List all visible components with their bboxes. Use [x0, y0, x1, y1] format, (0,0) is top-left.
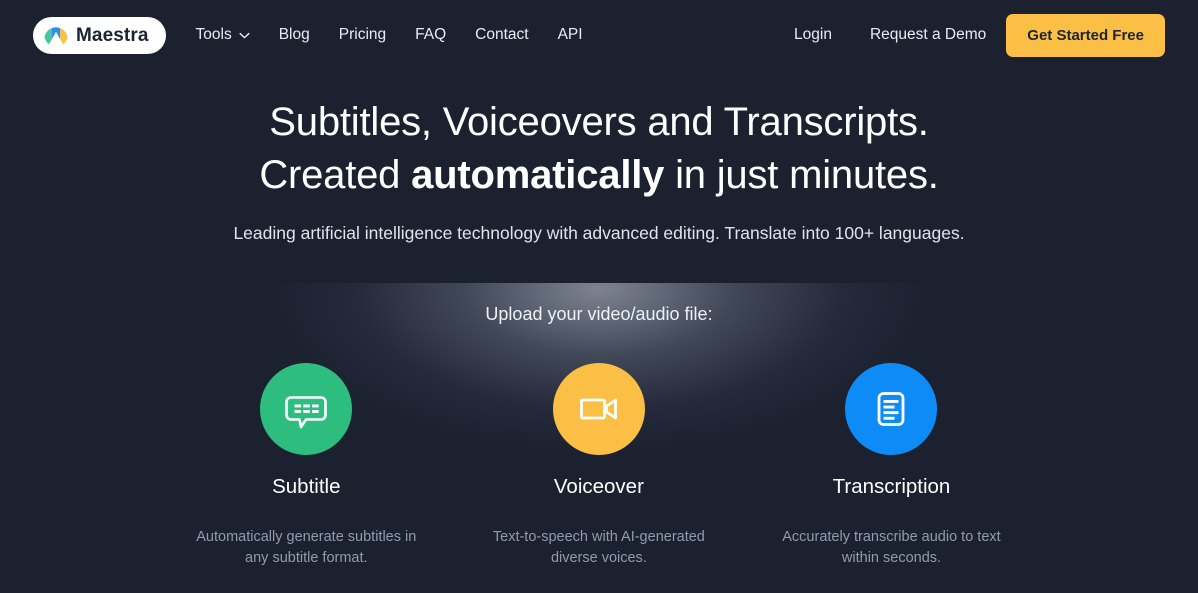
- top-navigation-bar: Maestra Tools Blog Pricing FAQ Contact A…: [0, 0, 1198, 70]
- headline-line-2-emphasis: automatically: [411, 153, 665, 197]
- login-link[interactable]: Login: [794, 27, 832, 43]
- upload-card-subtitle-description: Automatically generate subtitles in any …: [196, 528, 417, 566]
- video-camera-icon: [579, 398, 617, 420]
- nav-item-contact[interactable]: Contact: [475, 27, 528, 43]
- page-title: Subtitles, Voiceovers and Transcripts. C…: [0, 96, 1198, 202]
- voiceover-icon-circle[interactable]: [552, 363, 645, 455]
- nav-item-tools[interactable]: Tools: [196, 27, 250, 43]
- subtitle-icon-circle[interactable]: [260, 363, 353, 455]
- upload-panel-label: Upload your video/audio file:: [485, 304, 713, 324]
- transcription-icon-circle[interactable]: [845, 363, 938, 455]
- upload-card-transcription[interactable]: Transcription Accurately transcribe audi…: [745, 363, 1038, 569]
- speech-bubble-subtitle-icon: [285, 396, 328, 429]
- upload-card-subtitle-title: Subtitle: [272, 475, 341, 498]
- secondary-nav-actions: Login Request a Demo Get Started Free: [794, 13, 1165, 57]
- hero-section: Subtitles, Voiceovers and Transcripts. C…: [0, 96, 1198, 246]
- upload-card-transcription-title: Transcription: [832, 475, 951, 498]
- headline-line-2-pre: Created: [259, 153, 412, 197]
- nav-item-faq[interactable]: FAQ: [415, 27, 446, 43]
- upload-card-voiceover[interactable]: Voiceover Text-to-speech with AI-generat…: [453, 363, 746, 569]
- hero-subheadline: Leading artificial intelligence technolo…: [233, 223, 965, 243]
- get-started-free-button[interactable]: Get Started Free: [1006, 13, 1165, 57]
- document-lines-icon: [878, 392, 905, 426]
- chevron-down-icon: [239, 32, 250, 38]
- page-root: Maestra Tools Blog Pricing FAQ Contact A…: [0, 0, 1198, 593]
- upload-card-subtitle[interactable]: Subtitle Automatically generate subtitle…: [160, 363, 453, 569]
- upload-card-voiceover-description: Text-to-speech with AI-generated diverse…: [492, 528, 705, 566]
- headline-line-2-post: in just minutes.: [664, 153, 939, 197]
- nav-item-blog[interactable]: Blog: [279, 27, 310, 43]
- request-demo-link[interactable]: Request a Demo: [870, 27, 986, 43]
- brand-name: Maestra: [76, 24, 149, 46]
- upload-card-voiceover-title: Voiceover: [553, 475, 644, 498]
- headline-line-1: Subtitles, Voiceovers and Transcripts.: [269, 100, 929, 144]
- brand-logo[interactable]: Maestra: [33, 16, 166, 54]
- nav-item-pricing[interactable]: Pricing: [339, 27, 386, 43]
- upload-option-cards: Subtitle Automatically generate subtitle…: [160, 363, 1038, 569]
- nav-item-api[interactable]: API: [558, 27, 583, 43]
- nav-item-tools-label: Tools: [195, 26, 232, 44]
- primary-nav-links: Tools Blog Pricing FAQ Contact API: [196, 27, 583, 43]
- maestra-mountain-logo-icon: [44, 27, 68, 47]
- upload-card-transcription-description: Accurately transcribe audio to text with…: [782, 528, 1001, 566]
